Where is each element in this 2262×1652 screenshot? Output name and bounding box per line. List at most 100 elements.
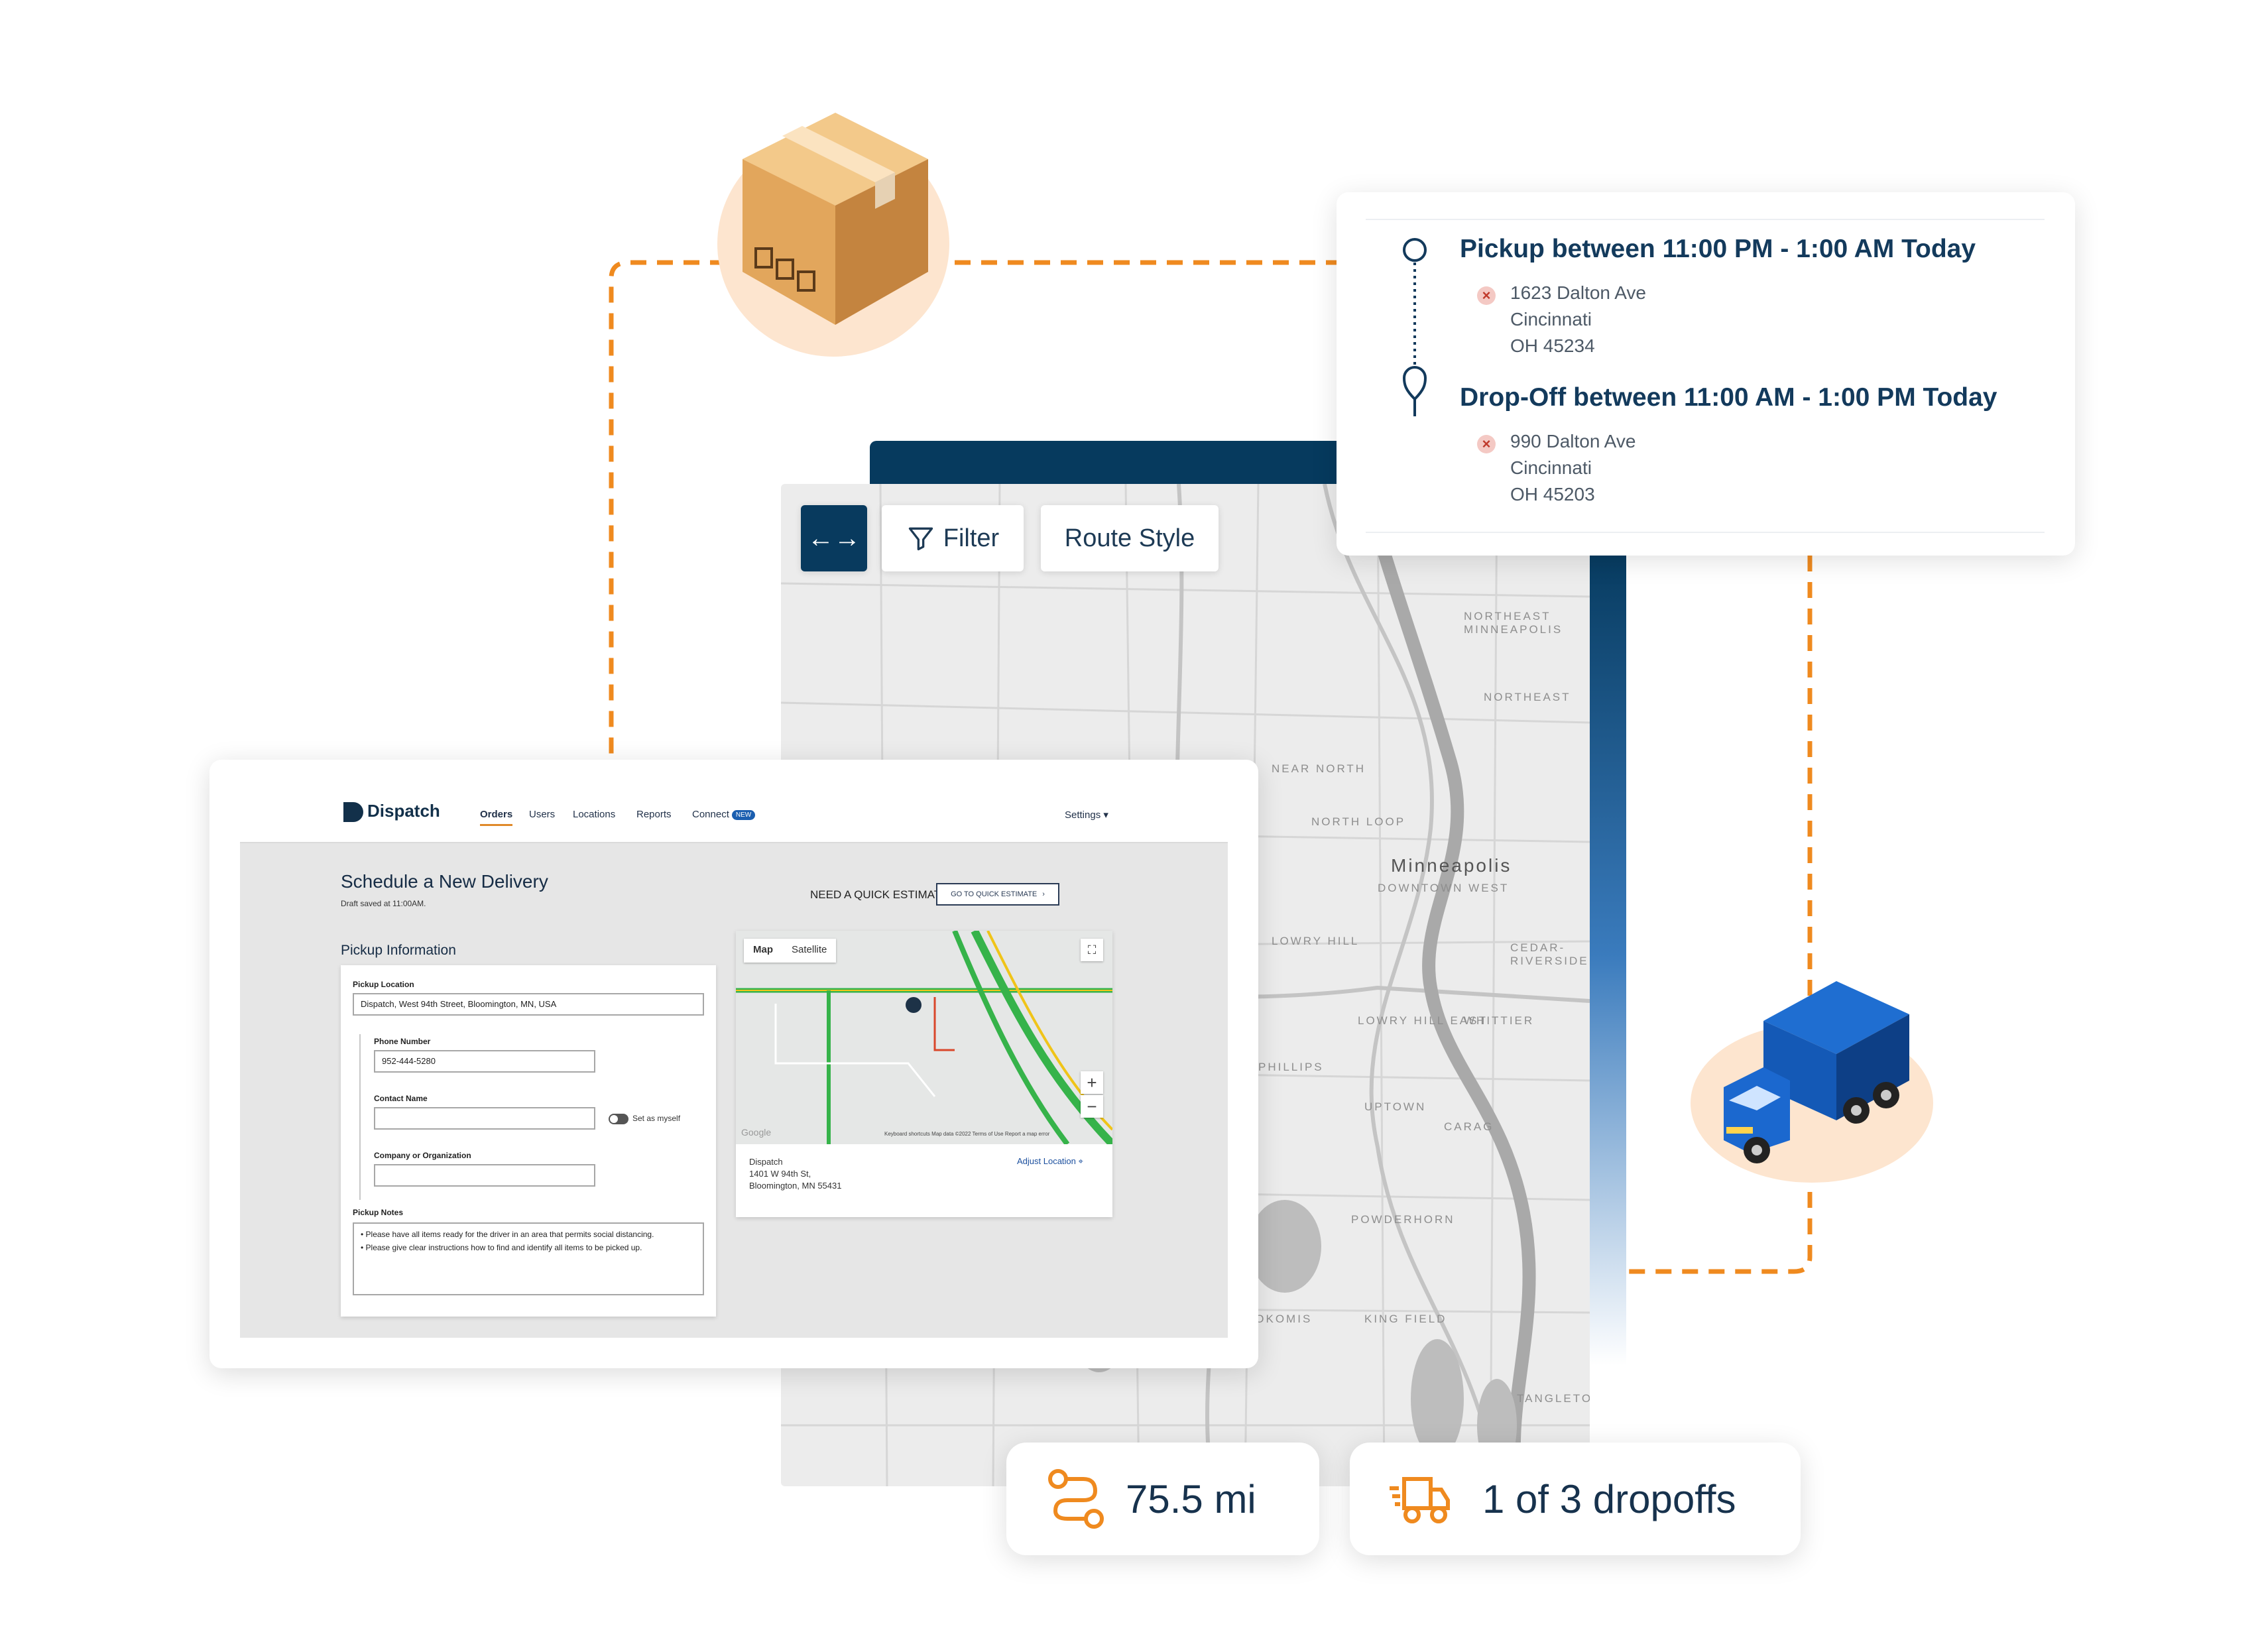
address-line: 990 Dalton Ave — [1510, 431, 1636, 451]
map-area-label: DOWNTOWN WEST — [1378, 882, 1510, 894]
distance-value: 75.5 mi — [1126, 1476, 1256, 1521]
quick-estimate-button[interactable]: GO TO QUICK ESTIMATE › — [936, 883, 1059, 906]
pickup-notes-label: Pickup Notes — [353, 1208, 404, 1217]
nav-locations[interactable]: Locations — [573, 809, 615, 820]
zoom-in-button[interactable]: + — [1081, 1071, 1103, 1094]
distance-chip: 75.5 mi — [1006, 1443, 1319, 1555]
map-area-label: PHILLIPS — [1258, 1061, 1324, 1073]
swap-route-button[interactable]: ←→ — [801, 505, 867, 571]
estimate-prompt: NEED A QUICK ESTIMATE? — [810, 888, 955, 901]
delivery-truck-icon — [1390, 1477, 1450, 1523]
dropoff-window-title: Drop-Off between 11:00 AM - 1:00 PM Toda… — [1460, 383, 1997, 412]
location-pin-icon: ⌖ — [1078, 1156, 1083, 1166]
location-line: 1401 W 94th St, — [749, 1169, 811, 1179]
dropoffs-chip: 1 of 3 dropoffs — [1350, 1443, 1801, 1555]
map-side-gradient — [1589, 544, 1626, 1366]
pickup-form-panel: Pickup Location Dispatch, West 94th Stre… — [341, 965, 716, 1317]
phone-label: Phone Number — [374, 1037, 431, 1046]
mini-map-tab-satellite[interactable]: Satellite — [782, 939, 836, 963]
dispatch-app-window: Dispatch Orders Users Locations Reports … — [209, 760, 1258, 1368]
location-details: Dispatch 1401 W 94th St, Bloomington, MN… — [749, 1156, 841, 1192]
page-title: Schedule a New Delivery — [341, 871, 548, 892]
location-name: Dispatch — [749, 1157, 783, 1167]
map-area-label: NEAR NORTH — [1272, 762, 1366, 775]
map-area-label: NOKOMIS — [1245, 1313, 1313, 1325]
map-area-label: KING FIELD — [1364, 1313, 1447, 1325]
map-area-label: CEDAR-RIVERSIDE — [1510, 941, 1589, 967]
address-line: OH 45234 — [1510, 335, 1595, 356]
nav-reports[interactable]: Reports — [636, 809, 672, 820]
brand-logo[interactable]: Dispatch — [343, 801, 440, 823]
settings-menu[interactable]: Settings ▾ — [1065, 809, 1108, 821]
nav-orders[interactable]: Orders — [480, 809, 513, 826]
draft-status: Draft saved at 11:00AM. — [341, 899, 426, 908]
address-line: Cincinnati — [1510, 457, 1592, 478]
address-line: OH 45203 — [1510, 484, 1595, 504]
map-area-label: NORTHEAST — [1484, 691, 1571, 703]
adjust-location-label: Adjust Location — [1017, 1156, 1076, 1166]
chevron-right-icon: › — [1042, 890, 1045, 898]
filter-icon — [908, 527, 933, 551]
notes-line: • Please have all items ready for the dr… — [361, 1230, 654, 1239]
set-as-myself-label: Set as myself — [632, 1114, 681, 1123]
top-navbar: Dispatch Orders Users Locations Reports … — [240, 790, 1228, 843]
dropoffs-value: 1 of 3 dropoffs — [1482, 1476, 1736, 1521]
pickup-window-title: Pickup between 11:00 PM - 1:00 AM Today — [1460, 235, 1976, 263]
truck-icon — [1724, 981, 1909, 1163]
mini-map-roads — [736, 931, 1112, 1144]
map-attribution-logo: Google — [741, 1127, 772, 1138]
pickup-location-input[interactable]: Dispatch, West 94th Street, Bloomington,… — [353, 993, 704, 1016]
new-badge: NEW — [731, 809, 756, 820]
pickup-mini-map[interactable]: Map Satellite ⛶ + − Google Keyboard shor… — [736, 931, 1112, 1144]
dispatch-logo-icon — [343, 802, 363, 823]
remove-icon[interactable]: × — [1477, 286, 1496, 305]
notes-line: • Please give clear instructions how to … — [361, 1243, 642, 1252]
phone-input[interactable]: 952-444-5280 — [374, 1050, 595, 1073]
company-input[interactable] — [374, 1164, 595, 1187]
set-as-myself-toggle[interactable] — [609, 1114, 628, 1124]
contact-name-input[interactable] — [374, 1107, 595, 1130]
form-divider — [359, 1034, 361, 1200]
contact-name-label: Contact Name — [374, 1094, 428, 1103]
brand-name: Dispatch — [367, 801, 440, 821]
map-area-label: NORTHEAST MINNEAPOLIS — [1464, 610, 1563, 636]
remove-icon[interactable]: × — [1477, 435, 1496, 453]
map-city-label: Minneapolis — [1391, 855, 1512, 876]
company-label: Company or Organization — [374, 1151, 471, 1160]
adjust-location-link[interactable]: Adjust Location ⌖ — [1017, 1156, 1083, 1167]
package-icon — [743, 113, 928, 325]
location-line: Bloomington, MN 55431 — [749, 1181, 842, 1191]
map-area-label: TANGLETOWN — [1517, 1392, 1590, 1405]
section-title: Pickup Information — [341, 943, 456, 958]
dropoff-address: 990 Dalton Ave Cincinnati OH 45203 — [1510, 428, 1636, 508]
route-distance-icon — [1048, 1469, 1104, 1529]
nav-connect-label: Connect — [692, 809, 729, 820]
nav-connect[interactable]: Connect NEW — [692, 809, 756, 820]
stops-card-body: Pickup between 11:00 PM - 1:00 AM Today … — [1366, 219, 2045, 533]
stops-card: Pickup between 11:00 PM - 1:00 AM Today … — [1337, 192, 2075, 556]
zoom-out-button[interactable]: − — [1081, 1095, 1103, 1118]
map-area-label: LOWRY HILL — [1272, 935, 1360, 947]
nav-users[interactable]: Users — [529, 809, 555, 820]
quick-estimate-label: GO TO QUICK ESTIMATE — [951, 890, 1038, 898]
route-style-button[interactable]: Route Style — [1041, 505, 1219, 571]
pickup-address: 1623 Dalton Ave Cincinnati OH 45234 — [1510, 280, 1646, 359]
dispatch-app-content: Dispatch Orders Users Locations Reports … — [240, 790, 1228, 1338]
mini-map-type-tabs: Map Satellite — [744, 939, 837, 963]
map-area-label: POWDERHORN — [1351, 1213, 1455, 1226]
pickup-notes-textarea[interactable]: • Please have all items ready for the dr… — [353, 1222, 704, 1295]
filter-button[interactable]: Filter — [882, 505, 1024, 571]
pickup-location-label: Pickup Location — [353, 980, 414, 989]
filter-label: Filter — [943, 524, 1000, 552]
mini-map-tab-map[interactable]: Map — [744, 939, 782, 963]
map-area-label: CARAG — [1444, 1120, 1494, 1133]
map-area-label: NORTH LOOP — [1311, 815, 1406, 828]
map-area-label: UPTOWN — [1364, 1100, 1427, 1113]
stop-timeline — [1402, 238, 1427, 416]
map-area-label: WHITTIER — [1464, 1014, 1535, 1027]
address-line: 1623 Dalton Ave — [1510, 282, 1646, 303]
fullscreen-icon[interactable]: ⛶ — [1081, 939, 1103, 961]
map-footer-links[interactable]: Keyboard shortcuts Map data ©2022 Terms … — [884, 1131, 1049, 1137]
address-line: Cincinnati — [1510, 309, 1592, 329]
map-header-bar — [870, 441, 1354, 487]
